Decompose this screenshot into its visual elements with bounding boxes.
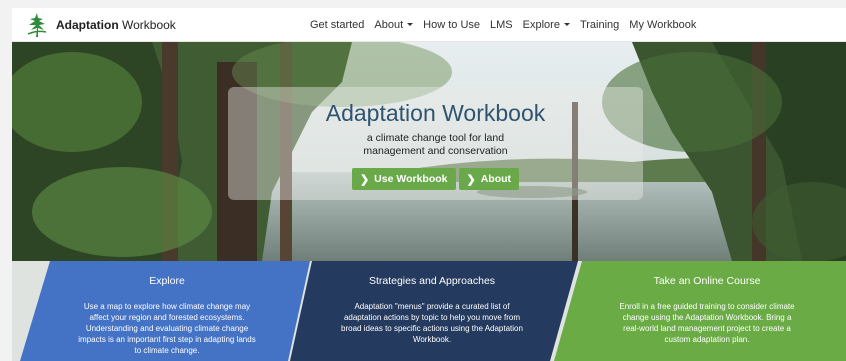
course-panel-title: Take an Online Course [653, 275, 761, 287]
nav-label: About [374, 18, 404, 31]
strategies-panel-title: Strategies and Approaches [368, 275, 496, 287]
nav-explore-dropdown[interactable]: Explore [523, 19, 570, 31]
brand-name-bold: Adaptation [56, 18, 119, 32]
navbar: Adaptation Workbook Get started About Ho… [12, 8, 846, 42]
use-workbook-button[interactable]: ❯ Use Workbook [351, 168, 456, 190]
course-panel-body: Enroll in a free guided training to cons… [582, 301, 832, 345]
main-nav: Get started About How to Use LMS Explore… [310, 8, 696, 41]
caret-down-icon [407, 23, 414, 26]
hero-banner: Adaptation Workbook a climate change too… [12, 42, 846, 261]
hero-title: Adaptation Workbook [325, 100, 546, 126]
nav-label: Training [579, 18, 620, 31]
button-label: About [480, 173, 512, 185]
explore-panel[interactable]: Explore Use a map to explore how climate… [42, 261, 292, 356]
panel-body-line: Understanding and evaluating climate cha… [85, 324, 249, 333]
panel-body-line: adaptation actions by topic to help you … [343, 313, 521, 322]
panel-body-line: custom adaptation plan. [664, 335, 750, 344]
button-label: Use Workbook [374, 173, 448, 185]
explore-panel-title: Explore [149, 275, 185, 287]
panel-body-line: real-world land management project to cr… [623, 324, 791, 333]
feature-panels: Explore Use a map to explore how climate… [12, 261, 846, 361]
nav-label: Explore [522, 18, 560, 31]
nav-my-workbook[interactable]: My Workbook [629, 19, 696, 31]
nav-about-dropdown[interactable]: About [374, 18, 414, 31]
panel-body-line: Use a map to explore how climate change … [83, 302, 251, 311]
hero-subtitle-line: a climate change tool for land [366, 132, 505, 144]
panel-body-line: change using the Adaptation Workbook. Br… [622, 313, 792, 322]
brand-name-rest: Workbook [118, 18, 176, 32]
chevron-right-icon: ❯ [359, 173, 370, 186]
nav-label: Get started [310, 18, 365, 31]
hero-subtitle-line: management and conservation [363, 145, 508, 157]
nav-label: How to Use [423, 18, 481, 31]
strategies-panel[interactable]: Strategies and Approaches Adaptation "me… [302, 261, 562, 345]
nav-label: My Workbook [629, 18, 697, 31]
about-button[interactable]: ❯ About [458, 168, 520, 190]
hero-buttons: ❯ Use Workbook ❯ About [228, 168, 643, 190]
panel-body-line: impacts is an important first step in ad… [78, 335, 256, 344]
hero-overlay-card: Adaptation Workbook a climate change too… [228, 87, 643, 200]
strategies-panel-body: Adaptation "menus" provide a curated lis… [302, 301, 562, 345]
panel-body-line: Adaptation "menus" provide a curated lis… [354, 302, 510, 311]
nav-how-to-use[interactable]: How to Use [423, 19, 480, 31]
course-panel[interactable]: Take an Online Course Enroll in a free g… [582, 261, 832, 345]
panel-body-line: Workbook. [412, 335, 452, 344]
hero-subtitle: a climate change tool for land managemen… [228, 132, 643, 158]
tree-logo-icon [27, 13, 47, 37]
panel-body-line: Enroll in a free guided training to cons… [619, 302, 795, 311]
caret-down-icon [563, 23, 570, 26]
nav-get-started[interactable]: Get started [310, 19, 364, 31]
nav-lms[interactable]: LMS [490, 19, 513, 31]
nav-training[interactable]: Training [580, 19, 619, 31]
page: Adaptation Workbook Get started About Ho… [12, 8, 846, 361]
brand[interactable]: Adaptation Workbook [26, 12, 176, 38]
explore-panel-body: Use a map to explore how climate change … [42, 301, 292, 356]
panel-body-line: broad ideas to specific actions using th… [341, 324, 523, 333]
panel-body-line: affect your region and forested ecosyste… [89, 313, 245, 322]
nav-label: LMS [490, 18, 513, 31]
chevron-right-icon: ❯ [466, 173, 476, 186]
panel-body-line: to climate change. [134, 346, 200, 355]
